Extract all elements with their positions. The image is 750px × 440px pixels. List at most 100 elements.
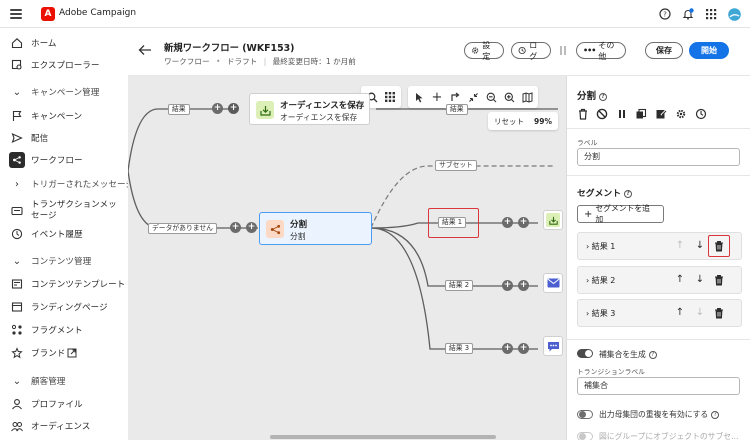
- disable-icon[interactable]: [596, 108, 608, 120]
- sidebar-item-campaigns[interactable]: キャンペーン: [0, 106, 128, 126]
- help-icon[interactable]: ?: [648, 351, 657, 359]
- bell-icon[interactable]: [682, 8, 694, 20]
- complement-toggle[interactable]: [577, 349, 593, 358]
- help-icon[interactable]: ?: [599, 92, 608, 101]
- brand-icon: [11, 347, 23, 359]
- sms-node-partial[interactable]: [543, 336, 563, 356]
- move-down-icon[interactable]: ↓: [693, 273, 707, 287]
- transition-label-result[interactable]: 結果: [168, 104, 190, 115]
- add-activity-button[interactable]: +: [230, 222, 241, 233]
- menu-icon[interactable]: [10, 9, 22, 19]
- sidebar-item-label: ワークフロー: [31, 156, 83, 166]
- sidebar-item-fragments[interactable]: フラグメント: [0, 320, 128, 340]
- edit-icon[interactable]: [655, 108, 667, 120]
- trash-icon[interactable]: [713, 274, 725, 286]
- settings-button[interactable]: 設定: [464, 41, 504, 61]
- sidebar-item-explorer[interactable]: エクスプローラー: [0, 55, 128, 75]
- help-icon[interactable]: ?: [711, 411, 720, 419]
- transition-label-input[interactable]: 補集合: [577, 377, 740, 395]
- move-down-icon[interactable]: ↓: [693, 239, 707, 253]
- help-icon[interactable]: ?: [659, 8, 671, 20]
- copy-icon[interactable]: [635, 108, 647, 120]
- workflow-header: 新規ワークフロー (WKF153) ワークフロー • ドラフト | 最終変更日時…: [128, 28, 750, 76]
- sidebar-section-content[interactable]: ⌄ コンテンツ管理: [0, 251, 128, 271]
- add-segment-button[interactable]: + セグメントを追加: [577, 204, 664, 224]
- history-icon[interactable]: [695, 108, 707, 120]
- sidebar-item-label: ランディングページ: [31, 303, 108, 313]
- connector-dot: +: [518, 217, 529, 228]
- apps-grid-icon[interactable]: [705, 8, 717, 20]
- svg-text:?: ?: [663, 11, 667, 19]
- segment-item[interactable]: › 結果 1 ↑ ↓: [577, 232, 742, 260]
- overlap-toggle-label: 出力母集団の重複を有効にする?: [599, 409, 720, 420]
- move-up-icon[interactable]: ↑: [673, 306, 687, 320]
- cut-toggle[interactable]: [577, 432, 593, 440]
- connector-dot: +: [518, 280, 529, 291]
- trash-icon[interactable]: [713, 307, 725, 319]
- sidebar-section-triggered[interactable]: › トリガーされたメッセージ: [0, 174, 134, 194]
- sidebar-item-profiles[interactable]: プロファイル: [0, 394, 128, 414]
- avatar[interactable]: [728, 8, 741, 21]
- canvas-edit-toolbar: +: [408, 86, 538, 108]
- grid-icon[interactable]: [381, 88, 399, 106]
- segment-item[interactable]: › 結果 3 ↑ ↓: [577, 299, 742, 327]
- delete-icon[interactable]: [577, 108, 589, 120]
- landing-icon: [11, 302, 23, 312]
- transition-label-result-2b[interactable]: 結果 2: [445, 280, 474, 291]
- more-button[interactable]: ••• その他: [576, 41, 626, 61]
- sidebar-item-content-templates[interactable]: コンテンツテンプレート: [0, 274, 128, 294]
- divider: [567, 128, 750, 129]
- gear-icon: [471, 47, 479, 54]
- chevron-down-icon: ⌄: [12, 86, 22, 98]
- move-up-icon[interactable]: ↑: [673, 273, 687, 287]
- segment-item[interactable]: › 結果 2 ↑ ↓: [577, 266, 742, 294]
- zoom-in-icon[interactable]: [500, 88, 518, 106]
- add-activity-button[interactable]: +: [212, 103, 223, 114]
- add-activity-button[interactable]: +: [502, 343, 513, 354]
- log-button[interactable]: ログ: [511, 41, 551, 61]
- start-button[interactable]: 開始: [689, 42, 729, 59]
- sidebar-item-transactional[interactable]: トランザクションメッセージ: [0, 198, 128, 224]
- settings-gear-icon[interactable]: [675, 108, 687, 120]
- sidebar-item-landing-pages[interactable]: ランディングページ: [0, 297, 128, 317]
- transition-label-no-data[interactable]: データがありません: [148, 223, 217, 234]
- transition-label-result-2[interactable]: 結果: [446, 104, 468, 115]
- sidebar-item-deliveries[interactable]: 配信: [0, 128, 128, 148]
- pointer-icon[interactable]: [410, 88, 428, 106]
- reset-zoom-button[interactable]: リセット: [494, 116, 524, 127]
- save-audience-node-partial[interactable]: [543, 210, 563, 230]
- zoom-out-icon[interactable]: [482, 88, 500, 106]
- workflow-canvas[interactable]: + リセット 99% 結果 + + 結果 データがありません + + サブセット…: [128, 76, 566, 440]
- sidebar-section-campaign[interactable]: ⌄ キャンペーン管理: [0, 82, 128, 102]
- label-input[interactable]: 分割: [577, 148, 740, 166]
- back-arrow-icon[interactable]: [138, 44, 152, 56]
- sidebar-section-customer[interactable]: ⌄ 顧客管理: [0, 371, 128, 391]
- delete-segment-button[interactable]: [708, 235, 730, 257]
- pause-icon[interactable]: [558, 45, 568, 57]
- connection-line: [128, 170, 258, 229]
- split-node[interactable]: 分割 分割: [259, 212, 372, 245]
- workflow-meta: ワークフロー • ドラフト | 最終変更日時：1 か月前: [164, 56, 356, 67]
- sidebar-item-brands[interactable]: ブランド: [0, 343, 128, 363]
- sidebar-item-event-history[interactable]: イベント履歴: [0, 224, 128, 244]
- add-activity-button[interactable]: +: [502, 217, 513, 228]
- sidebar-item-home[interactable]: ホーム: [0, 33, 128, 53]
- transition-label-result-3[interactable]: 結果 3: [445, 343, 474, 354]
- transition-label-result-1[interactable]: 結果 1: [438, 217, 467, 228]
- save-button[interactable]: 保存: [645, 42, 683, 59]
- email-node-partial[interactable]: [543, 273, 563, 293]
- add-icon[interactable]: +: [428, 88, 446, 106]
- map-icon[interactable]: [518, 88, 536, 106]
- save-audience-node[interactable]: オーディエンスを保存 オーディエンスを保存: [249, 93, 370, 125]
- overlap-toggle-text: 出力母集団の重複を有効にする: [599, 410, 709, 419]
- canvas-scrollbar[interactable]: [270, 435, 496, 439]
- pause-activity-icon[interactable]: [616, 108, 628, 120]
- workflow-icon: [9, 152, 25, 168]
- help-icon[interactable]: ?: [624, 189, 632, 198]
- add-activity-button[interactable]: +: [502, 280, 513, 291]
- sidebar-item-audiences[interactable]: オーディエンス: [0, 416, 128, 436]
- transition-label-subset[interactable]: サブセット: [435, 160, 477, 171]
- overlap-toggle[interactable]: [577, 410, 593, 419]
- connector-dot: +: [228, 103, 239, 114]
- sidebar-item-workflows[interactable]: ワークフロー: [0, 150, 128, 170]
